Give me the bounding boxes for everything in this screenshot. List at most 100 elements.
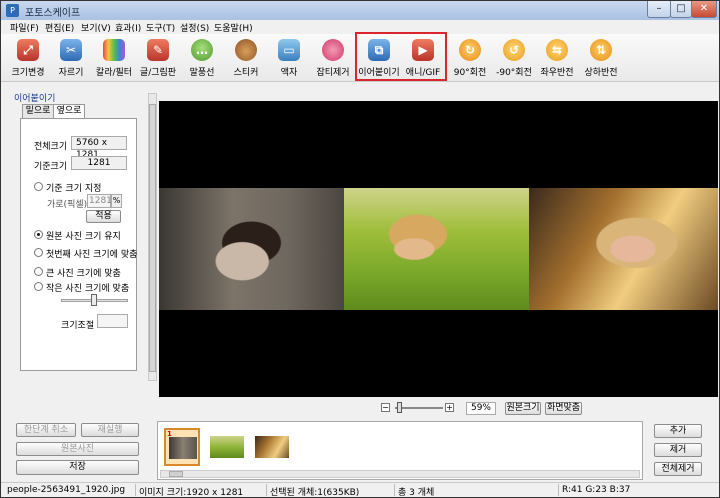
rotate-ccw-button[interactable]: ↺ -90°회전 xyxy=(491,36,537,80)
thumbnail-image xyxy=(169,437,197,459)
radio-base-size-label: 기준 크기 지정 xyxy=(46,184,102,194)
radio-fit-small-label: 작은 사진 크기에 맞춤 xyxy=(46,284,130,294)
zoom-in-button[interactable]: + xyxy=(445,403,454,412)
resize-label: 크기조절 xyxy=(61,321,95,331)
menu-tools[interactable]: 도구(T) xyxy=(146,21,175,34)
original-size-button[interactable]: 원본크기 xyxy=(505,402,541,415)
color-filter-button[interactable]: 칼라/필터 xyxy=(91,36,137,80)
radio-keep-original[interactable] xyxy=(34,230,43,239)
thumbnail-image xyxy=(210,436,244,458)
app-window: P 포토스케이프 – □ ✕ 파일(F) 편집(E) 보기(V) 효과(I) 도… xyxy=(0,0,720,498)
thumbnail-strip: 1 xyxy=(157,421,643,480)
frame-button[interactable]: ▭ 액자 xyxy=(266,36,312,80)
maximize-button[interactable]: □ xyxy=(670,1,692,18)
remove-all-button[interactable]: 전체제거 xyxy=(654,462,702,476)
rotate-cw-icon: ↻ xyxy=(459,39,481,61)
crop-button[interactable]: ✂ 자르기 xyxy=(48,36,94,80)
resize-button[interactable]: ⤢ 크기변경 xyxy=(5,36,51,80)
frame-icon: ▭ xyxy=(278,39,300,61)
add-button[interactable]: 추가 xyxy=(654,424,702,438)
flip-horizontal-icon: ⇆ xyxy=(546,39,568,61)
minimize-button[interactable]: – xyxy=(647,1,671,18)
status-separator xyxy=(394,484,395,496)
zoom-slider-track[interactable] xyxy=(395,407,443,409)
app-icon[interactable]: P xyxy=(6,4,19,17)
color-filter-icon xyxy=(103,39,125,61)
thumbnail-scrollbar[interactable] xyxy=(160,470,640,478)
radio-fit-small[interactable] xyxy=(34,282,43,291)
photo-girl-grass xyxy=(344,188,529,310)
radio-fit-large-label: 큰 사진 크기에 맞춤 xyxy=(46,269,121,279)
menu-edit[interactable]: 편집(E) xyxy=(45,21,74,34)
text-draw-icon: ✎ xyxy=(147,39,169,61)
base-size-label: 기준크기 xyxy=(34,162,68,172)
text-draw-button[interactable]: ✎ 글/그림판 xyxy=(135,36,181,80)
status-separator xyxy=(266,484,267,496)
resize-icon: ⤢ xyxy=(17,39,39,61)
spot-remove-icon xyxy=(322,39,344,61)
sticker-icon xyxy=(235,39,257,61)
status-rgb: R:41 G:23 B:37 xyxy=(562,485,631,495)
close-button[interactable]: ✕ xyxy=(691,1,717,18)
status-separator xyxy=(135,484,136,496)
menu-effect[interactable]: 효과(I) xyxy=(115,21,141,34)
speech-bubble-icon: … xyxy=(191,39,213,61)
rotate-ccw-icon: ↺ xyxy=(503,39,525,61)
thumbnail-item[interactable] xyxy=(254,428,290,466)
group-title: 이어붙이기 xyxy=(14,94,56,104)
resize-input[interactable] xyxy=(97,314,128,328)
total-size-label: 전체크기 xyxy=(34,142,68,152)
zoom-bar: − + 59% 원본크기 화면맞춤 xyxy=(159,401,718,417)
apply-button[interactable]: 적용 xyxy=(86,210,121,223)
left-panel-scrollbar[interactable] xyxy=(148,93,157,381)
percent-toggle[interactable]: % xyxy=(111,194,122,208)
save-button[interactable]: 저장 xyxy=(16,460,139,475)
tab-side[interactable]: 옆으로 xyxy=(53,104,85,119)
original-photo-button[interactable]: 원본사진 xyxy=(16,442,139,456)
thumbnail-item[interactable] xyxy=(208,428,244,466)
status-image-size: 이미지 크기:1920 x 1281 xyxy=(139,488,244,498)
radio-keep-original-label: 원본 사진 크기 유지 xyxy=(46,232,121,242)
status-separator xyxy=(558,484,559,496)
scrollbar-thumb[interactable] xyxy=(149,104,156,372)
undo-button[interactable]: 한단계 취소 xyxy=(16,423,76,437)
width-px-label: 가로(픽셀) xyxy=(47,200,88,210)
image-canvas[interactable] xyxy=(159,101,718,397)
status-filename: people-2563491_1920.jpg xyxy=(7,485,126,495)
remove-button[interactable]: 제거 xyxy=(654,443,702,457)
menu-help[interactable]: 도움말(H) xyxy=(214,21,253,34)
fit-screen-button[interactable]: 화면맞춤 xyxy=(545,402,582,415)
radio-fit-first[interactable] xyxy=(34,248,43,257)
menu-settings[interactable]: 설정(S) xyxy=(180,21,209,34)
thumbnail-image xyxy=(255,436,289,458)
size-slider-handle[interactable] xyxy=(91,294,97,306)
flip-vertical-button[interactable]: ⇅ 상하반전 xyxy=(578,36,624,80)
scrollbar-thumb[interactable] xyxy=(169,471,183,477)
spot-remove-button[interactable]: 잡티제거 xyxy=(310,36,356,80)
status-bar: people-2563491_1920.jpg 이미지 크기:1920 x 12… xyxy=(1,482,719,498)
sticker-button[interactable]: 스티커 xyxy=(223,36,269,80)
menu-view[interactable]: 보기(V) xyxy=(81,21,111,34)
status-total: 총 3 개체 xyxy=(398,488,435,498)
radio-fit-first-label: 첫번째 사진 크기에 맞춤 xyxy=(46,250,138,260)
highlight-box xyxy=(355,32,447,81)
base-size-field: 1281 xyxy=(71,156,127,170)
tab-below[interactable]: 밑으로 xyxy=(22,104,54,118)
redo-button[interactable]: 재실행 xyxy=(81,423,139,437)
rotate-cw-button[interactable]: ↻ 90°회전 xyxy=(447,36,493,80)
flip-horizontal-button[interactable]: ⇆ 좌우반전 xyxy=(534,36,580,80)
width-px-input[interactable]: 1281 xyxy=(87,194,112,208)
zoom-out-button[interactable]: − xyxy=(381,403,390,412)
crop-icon: ✂ xyxy=(60,39,82,61)
title-bar[interactable]: P 포토스케이프 – □ ✕ xyxy=(1,1,719,20)
radio-base-size[interactable] xyxy=(34,182,43,191)
zoom-slider-handle[interactable] xyxy=(397,402,402,413)
flip-vertical-icon: ⇅ xyxy=(590,39,612,61)
thumbnail-item[interactable]: 1 xyxy=(164,428,200,466)
status-selected: 선택된 개체:1(635KB) xyxy=(270,488,360,498)
menu-file[interactable]: 파일(F) xyxy=(10,21,39,34)
photo-girl-sunlight xyxy=(529,188,718,310)
photo-woman-sweater xyxy=(159,188,344,310)
speech-bubble-button[interactable]: … 말풍선 xyxy=(179,36,225,80)
radio-fit-large[interactable] xyxy=(34,267,43,276)
